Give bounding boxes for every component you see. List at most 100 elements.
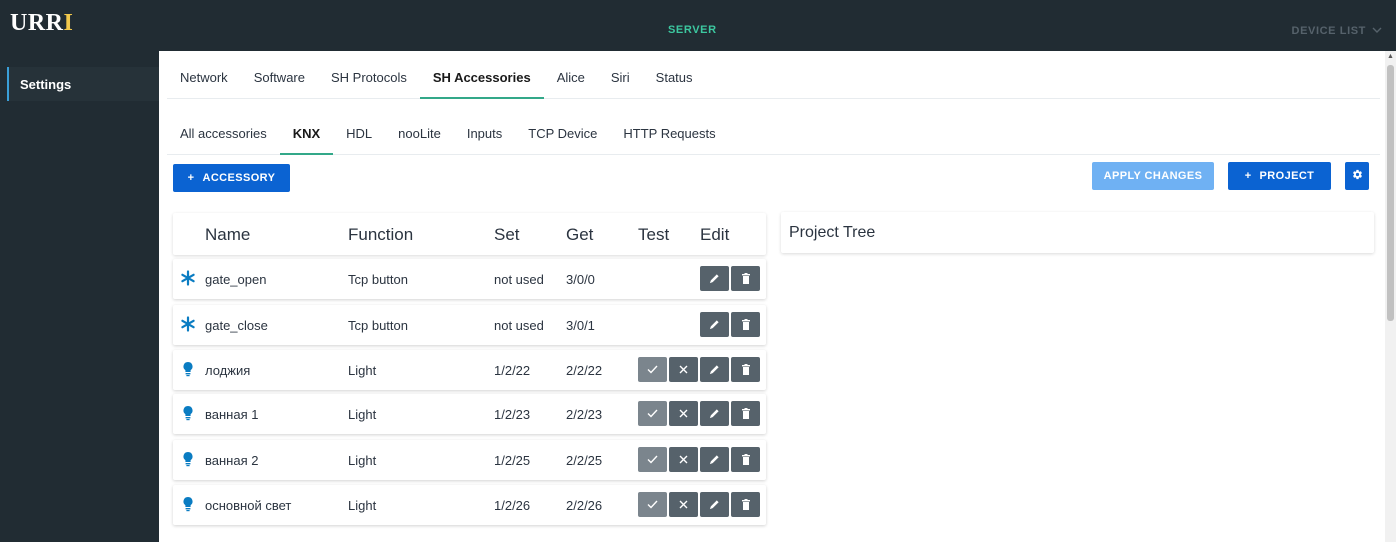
test-off-button[interactable] xyxy=(669,492,698,517)
cell-name: основной свет xyxy=(205,498,292,513)
column-header-set[interactable]: Set xyxy=(494,225,520,245)
scroll-up-arrow-icon[interactable]: ▲ xyxy=(1387,53,1394,60)
table-row: ванная 1 Light 1/2/23 2/2/23 xyxy=(173,394,766,434)
add-accessory-label: ACCESSORY xyxy=(202,172,276,184)
tab-network[interactable]: Network xyxy=(167,58,241,98)
table-row: gate_open Tcp button not used 3/0/0 xyxy=(173,259,766,299)
cell-function: Light xyxy=(348,498,377,513)
column-header-edit: Edit xyxy=(700,225,730,244)
subtab-knx[interactable]: KNX xyxy=(279,114,334,155)
tab-siri[interactable]: Siri xyxy=(598,58,643,98)
delete-button[interactable] xyxy=(731,312,760,337)
sidebar-item-label: Settings xyxy=(20,77,72,92)
subtab-noolite[interactable]: nooLite xyxy=(385,114,454,154)
cell-set: 1/2/26 xyxy=(494,498,531,513)
edit-button[interactable] xyxy=(700,492,729,517)
device-list-dropdown[interactable]: DEVICE LIST xyxy=(1292,25,1382,37)
edit-button[interactable] xyxy=(700,357,729,382)
add-project-label: PROJECT xyxy=(1259,170,1315,182)
top-bar: URRI SERVER DEVICE LIST xyxy=(0,0,1396,51)
cell-function: Light xyxy=(348,407,377,422)
delete-button[interactable] xyxy=(731,357,760,382)
cell-get: 3/0/0 xyxy=(566,272,595,287)
cell-get: 3/0/1 xyxy=(566,318,595,333)
test-on-button[interactable] xyxy=(638,401,667,426)
project-tree-panel: Project Tree xyxy=(781,212,1374,253)
tab-status[interactable]: Status xyxy=(643,58,706,98)
tab-sh-protocols[interactable]: SH Protocols xyxy=(318,58,420,98)
row-actions xyxy=(700,266,760,291)
lightbulb-icon xyxy=(179,404,197,422)
subtab-hdl[interactable]: HDL xyxy=(333,114,385,154)
lightbulb-icon xyxy=(179,495,197,513)
row-actions xyxy=(638,447,760,472)
asterisk-icon xyxy=(179,269,197,287)
cell-function: Light xyxy=(348,363,377,378)
delete-button[interactable] xyxy=(731,266,760,291)
table-row: лоджия Light 1/2/22 2/2/22 xyxy=(173,350,766,390)
column-header-test: Test xyxy=(638,225,670,244)
edit-button[interactable] xyxy=(700,312,729,337)
edit-button[interactable] xyxy=(700,447,729,472)
lightbulb-icon xyxy=(179,450,197,468)
column-header-get[interactable]: Get xyxy=(566,225,593,245)
table-row: основной свет Light 1/2/26 2/2/26 xyxy=(173,485,766,525)
row-actions xyxy=(638,357,760,382)
plus-icon: + xyxy=(187,172,195,184)
test-on-button[interactable] xyxy=(638,447,667,472)
cell-get: 2/2/26 xyxy=(566,498,603,513)
cell-get: 2/2/23 xyxy=(566,407,603,422)
device-list-label: DEVICE LIST xyxy=(1291,25,1366,37)
lightbulb-icon xyxy=(179,360,197,378)
cell-name: лоджия xyxy=(205,363,251,378)
cell-set: 1/2/25 xyxy=(494,453,531,468)
add-accessory-button[interactable]: + ACCESSORY xyxy=(173,164,290,192)
edit-button[interactable] xyxy=(700,266,729,291)
main-tabs: Network Software SH Protocols SH Accessorie… xyxy=(167,58,1380,99)
column-header-name[interactable]: Name xyxy=(205,225,250,245)
row-actions xyxy=(700,312,760,337)
subtab-http-requests[interactable]: HTTP Requests xyxy=(610,114,728,154)
delete-button[interactable] xyxy=(731,401,760,426)
edit-button[interactable] xyxy=(700,401,729,426)
tab-software[interactable]: Software xyxy=(241,58,318,98)
apply-changes-label: APPLY CHANGES xyxy=(1103,170,1203,182)
tab-alice[interactable]: Alice xyxy=(544,58,598,98)
cell-name: ванная 1 xyxy=(205,407,259,422)
row-actions xyxy=(638,401,760,426)
test-off-button[interactable] xyxy=(669,357,698,382)
delete-button[interactable] xyxy=(731,492,760,517)
add-project-button[interactable]: + PROJECT xyxy=(1228,162,1331,190)
page-scrollbar[interactable]: ▲ xyxy=(1385,51,1396,542)
server-label: SERVER xyxy=(668,24,717,36)
apply-changes-button[interactable]: APPLY CHANGES xyxy=(1092,162,1214,190)
table-row: ванная 2 Light 1/2/25 2/2/25 xyxy=(173,440,766,480)
test-off-button[interactable] xyxy=(669,401,698,426)
gear-icon xyxy=(1352,169,1363,183)
subtab-inputs[interactable]: Inputs xyxy=(454,114,515,154)
asterisk-icon xyxy=(179,315,197,333)
test-on-button[interactable] xyxy=(638,357,667,382)
app-logo[interactable]: URRI xyxy=(10,10,73,37)
test-off-button[interactable] xyxy=(669,447,698,472)
cell-name: gate_open xyxy=(205,272,267,287)
cell-function: Tcp button xyxy=(348,318,408,333)
subtab-all-accessories[interactable]: All accessories xyxy=(167,114,280,154)
cell-set: not used xyxy=(494,272,544,287)
plus-icon: + xyxy=(1244,170,1252,182)
delete-button[interactable] xyxy=(731,447,760,472)
row-actions xyxy=(638,492,760,517)
cell-get: 2/2/22 xyxy=(566,363,603,378)
cell-name: ванная 2 xyxy=(205,453,259,468)
cell-get: 2/2/25 xyxy=(566,453,603,468)
chevron-down-icon xyxy=(1372,25,1382,37)
column-header-function[interactable]: Function xyxy=(348,225,413,245)
tab-sh-accessories[interactable]: SH Accessories xyxy=(419,58,544,99)
cell-set: not used xyxy=(494,318,544,333)
subtab-tcp-device[interactable]: TCP Device xyxy=(515,114,610,154)
settings-button[interactable] xyxy=(1345,162,1369,190)
project-tree-title: Project Tree xyxy=(789,224,876,241)
sidebar-item-settings[interactable]: Settings xyxy=(7,67,159,101)
test-on-button[interactable] xyxy=(638,492,667,517)
scrollbar-thumb[interactable] xyxy=(1387,65,1394,321)
